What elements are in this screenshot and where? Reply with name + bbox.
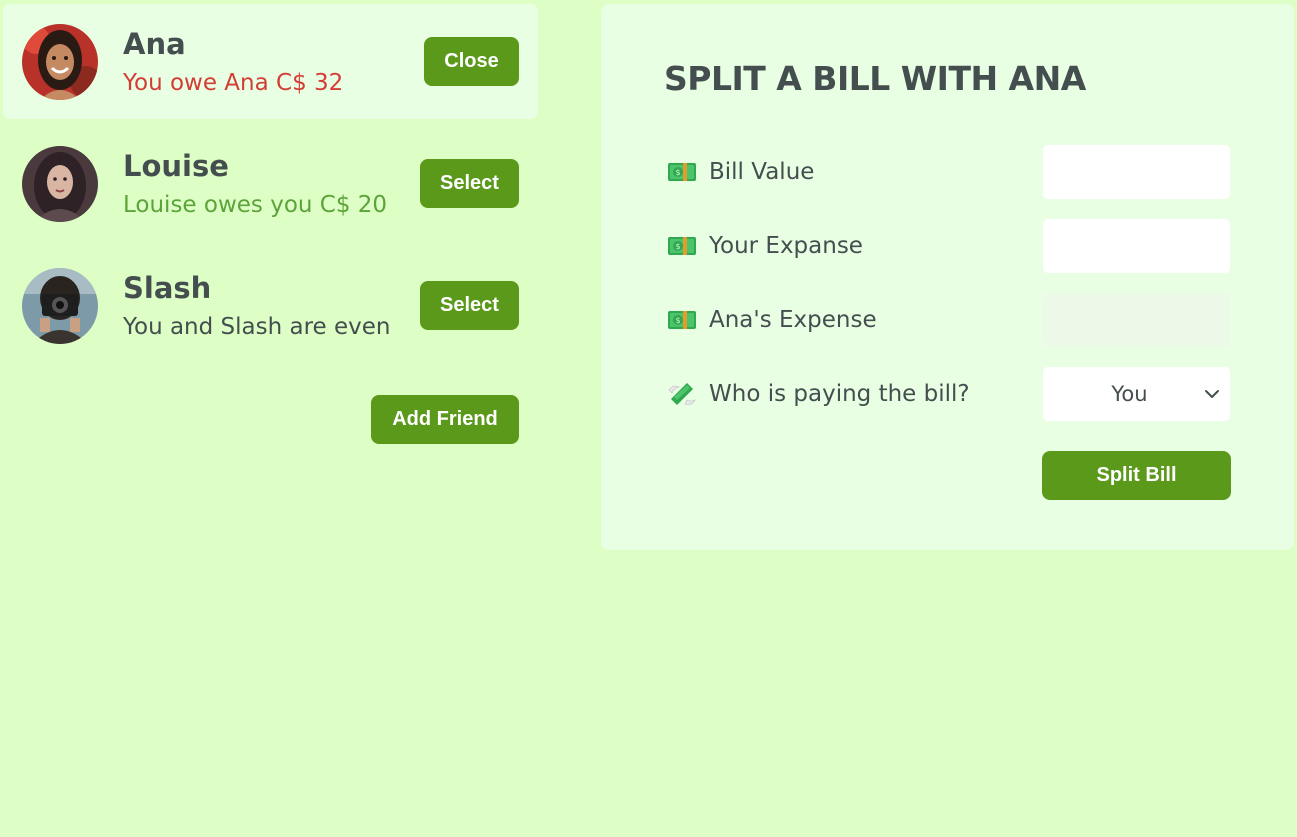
dollar-banknote-icon: $ [667,234,697,258]
svg-text:$: $ [675,242,680,251]
payer-selected-value: You [1111,382,1148,406]
dollar-banknote-icon: $ [667,308,697,332]
dollar-banknote-icon: $ [667,160,697,184]
bill-value-label: $ Bill Value [667,145,814,199]
friend-name: Ana [123,27,186,61]
bill-value-label-text: Bill Value [709,159,815,185]
split-bill-button[interactable]: Split Bill [1042,451,1231,500]
friend-balance: Louise owes you C$ 20 [123,192,388,218]
payer-label-text: Who is paying the bill? [709,381,970,407]
form-title: SPLIT A BILL WITH ANA [664,59,1086,98]
avatar-slash [22,268,98,344]
svg-text:$: $ [675,316,680,325]
friend-balance: You and Slash are even [123,314,391,340]
friend-item-louise: Louise Louise owes you C$ 20 Select [3,126,538,241]
friend-name: Slash [123,271,212,305]
your-expense-input[interactable] [1043,219,1230,273]
payer-row: Who is paying the bill? You [667,367,1231,421]
friends-list: Ana You owe Ana C$ 32 Close Louise Louis… [3,4,538,370]
payer-select[interactable]: You [1043,367,1230,421]
select-button[interactable]: Select [420,159,519,208]
friend-item-ana: Ana You owe Ana C$ 32 Close [3,4,538,119]
add-friend-button[interactable]: Add Friend [371,395,519,444]
bill-value-row: $ Bill Value [667,145,1231,199]
friend-expense-row: $ Ana's Expense [667,293,1231,347]
friend-expense-label: $ Ana's Expense [667,293,877,347]
chevron-down-icon [1202,384,1222,404]
avatar-ana [22,24,98,100]
friend-item-slash: Slash You and Slash are even Select [3,248,538,363]
select-button[interactable]: Select [420,281,519,330]
payer-label: Who is paying the bill? [667,367,970,421]
your-expense-label: $ Your Expanse [667,219,863,273]
friend-expense-label-text: Ana's Expense [709,307,877,333]
your-expense-row: $ Your Expanse [667,219,1231,273]
avatar-louise [22,146,98,222]
friend-balance: You owe Ana C$ 32 [123,70,344,96]
your-expense-label-text: Your Expanse [709,233,863,259]
friend-name: Louise [123,149,229,183]
money-with-wings-icon [667,382,697,406]
svg-text:$: $ [675,168,680,177]
friend-expense-input [1043,293,1230,347]
close-button[interactable]: Close [424,37,519,86]
split-bill-form: SPLIT A BILL WITH ANA $ Bill Value $ You… [601,4,1294,550]
bill-value-input[interactable] [1043,145,1230,199]
